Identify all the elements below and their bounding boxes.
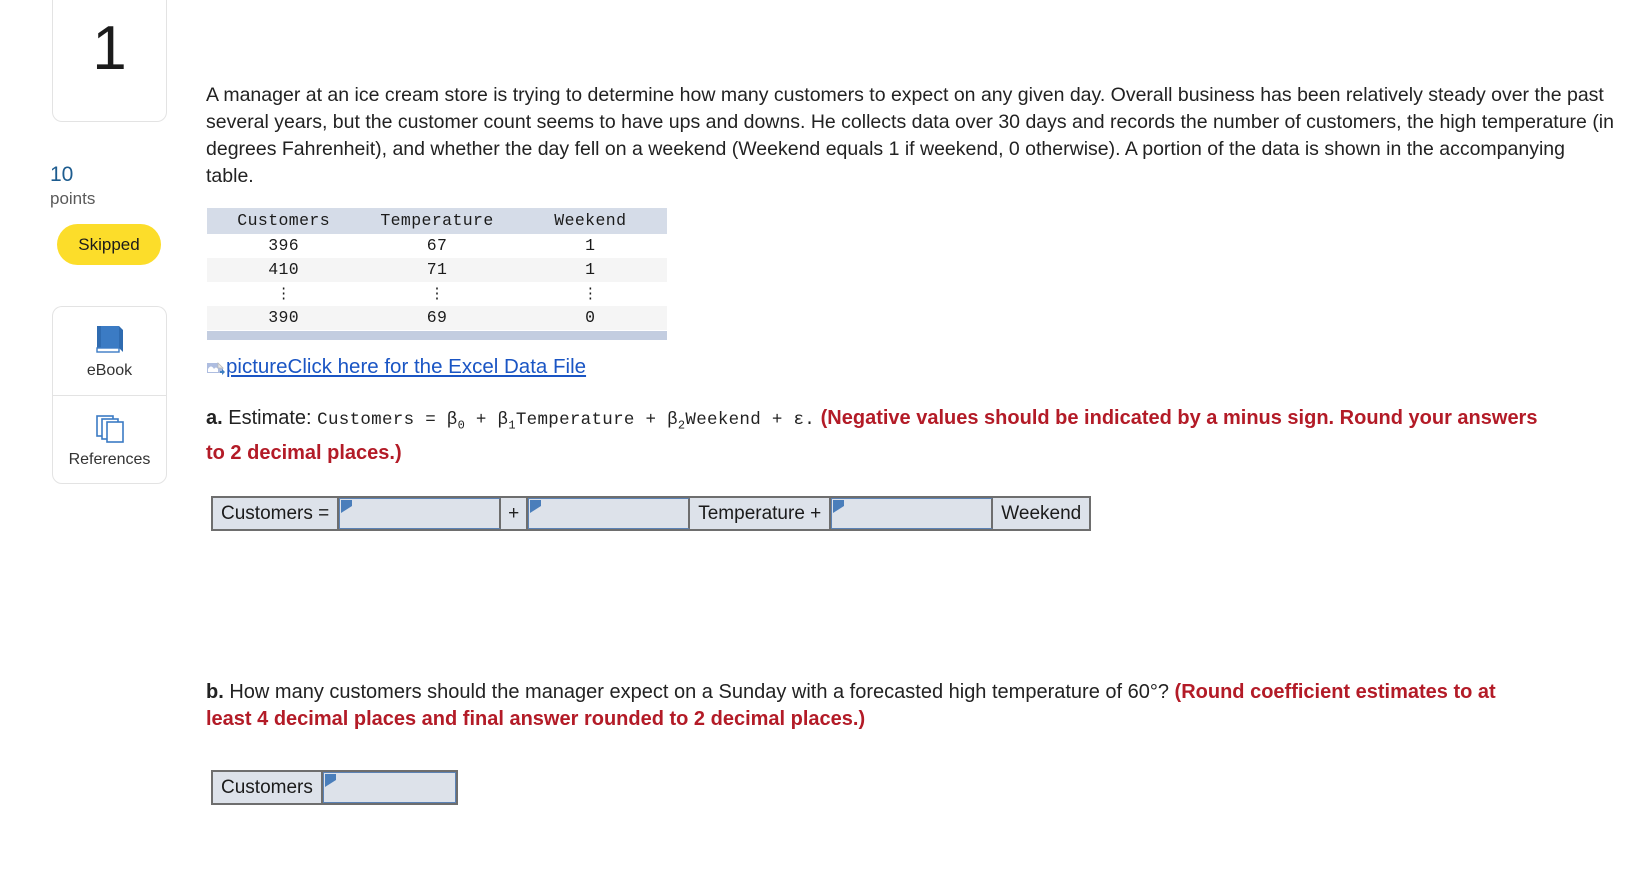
cell-customers: 410 (207, 258, 361, 282)
cell-customers: 396 (207, 234, 361, 258)
points-value: 10 (50, 163, 74, 186)
part-b-expected-customers-input[interactable] (322, 772, 456, 803)
answer-plus-operator: + (501, 498, 529, 529)
status-badge: Skipped (57, 224, 161, 265)
eq-lhs: Customers = (317, 410, 447, 430)
part-a-answer-row: Customers = + Temperature + Weekend (211, 496, 1092, 531)
cell-weekend: 1 (513, 234, 667, 258)
eq-plus-2: + (634, 410, 668, 430)
answer-label-weekend: Weekend (993, 498, 1090, 529)
column-header-temperature: Temperature (360, 208, 514, 234)
eq-term-weekend: Weekend (685, 410, 762, 430)
question-sidebar: 1 10 points Skipped eBook References (0, 0, 200, 886)
eq-beta2: β (667, 410, 678, 430)
excel-data-file-link[interactable]: picture Click here for the Excel Data Fi… (206, 355, 586, 379)
cell-customers: ⋮ (207, 282, 361, 306)
answer-label-temperature-plus: Temperature + (690, 498, 832, 529)
table-row: 410 71 1 (207, 258, 667, 282)
column-header-weekend: Weekend (513, 208, 667, 234)
table-row: 390 69 0 (207, 306, 667, 330)
ebook-label: eBook (86, 362, 133, 379)
part-a-label: a. (206, 407, 223, 429)
table-row: 396 67 1 (207, 234, 667, 258)
cell-temperature: 69 (360, 306, 514, 330)
part-a-lead: Estimate: (228, 407, 312, 429)
cell-temperature: ⋮ (360, 282, 514, 306)
eq-term-temperature: Temperature (515, 410, 635, 430)
eq-beta1: β (497, 410, 509, 430)
part-b-question: How many customers should the manager ex… (229, 681, 1169, 703)
book-icon (93, 322, 127, 356)
cell-temperature: 71 (360, 258, 514, 282)
cell-temperature: 67 (360, 234, 514, 258)
part-a-weekend-coefficient-input[interactable] (831, 498, 994, 529)
answer-label-customers-equals: Customers = (213, 498, 340, 529)
excel-link-text: Click here for the Excel Data File (287, 355, 587, 378)
cell-weekend: 1 (513, 258, 667, 282)
part-a-equation: Customers = β0 + β1Temperature + β2Weeke… (317, 410, 816, 433)
part-b-label: b. (206, 681, 224, 703)
cell-customers: 390 (207, 306, 361, 330)
pages-stack-icon (93, 411, 127, 445)
part-b-answer-row: Customers (211, 770, 458, 805)
eq-period: . (804, 410, 816, 430)
table-row-ellipsis: ⋮ ⋮ ⋮ (207, 282, 667, 306)
references-button[interactable]: References (52, 395, 167, 484)
sample-data-table: Customers Temperature Weekend 396 67 1 4… (207, 208, 667, 330)
eq-beta1-sub: 1 (508, 418, 516, 433)
question-prompt: A manager at an ice cream store is tryin… (206, 84, 1614, 187)
points-label: points (50, 189, 96, 208)
eq-epsilon: ε (793, 410, 805, 430)
answer-label-customers: Customers (213, 772, 323, 803)
cell-weekend: ⋮ (513, 282, 667, 306)
eq-plus-3: + (761, 410, 794, 430)
eq-plus-1: + (465, 410, 498, 430)
part-a-text: a. Estimate: Customers = β0 + β1Temperat… (206, 405, 1546, 467)
broken-image-icon (206, 358, 225, 377)
column-header-customers: Customers (207, 208, 361, 234)
ebook-button[interactable]: eBook (52, 306, 167, 395)
part-a-intercept-input[interactable] (339, 498, 502, 529)
question-number: 1 (92, 14, 127, 83)
part-b-text: b. How many customers should the manager… (206, 679, 1546, 733)
table-header-row: Customers Temperature Weekend (207, 208, 667, 234)
cell-weekend: 0 (513, 306, 667, 330)
eq-beta0-sub: 0 (457, 418, 466, 433)
data-table-container: Customers Temperature Weekend 396 67 1 4… (207, 208, 667, 340)
excel-link-alt-text: picture (226, 355, 288, 378)
table-footer-bar (207, 331, 667, 340)
references-label: References (68, 450, 151, 468)
part-a-temperature-coefficient-input[interactable] (528, 498, 691, 529)
question-number-card: 1 (52, 0, 167, 122)
eq-beta0: β (446, 410, 458, 430)
